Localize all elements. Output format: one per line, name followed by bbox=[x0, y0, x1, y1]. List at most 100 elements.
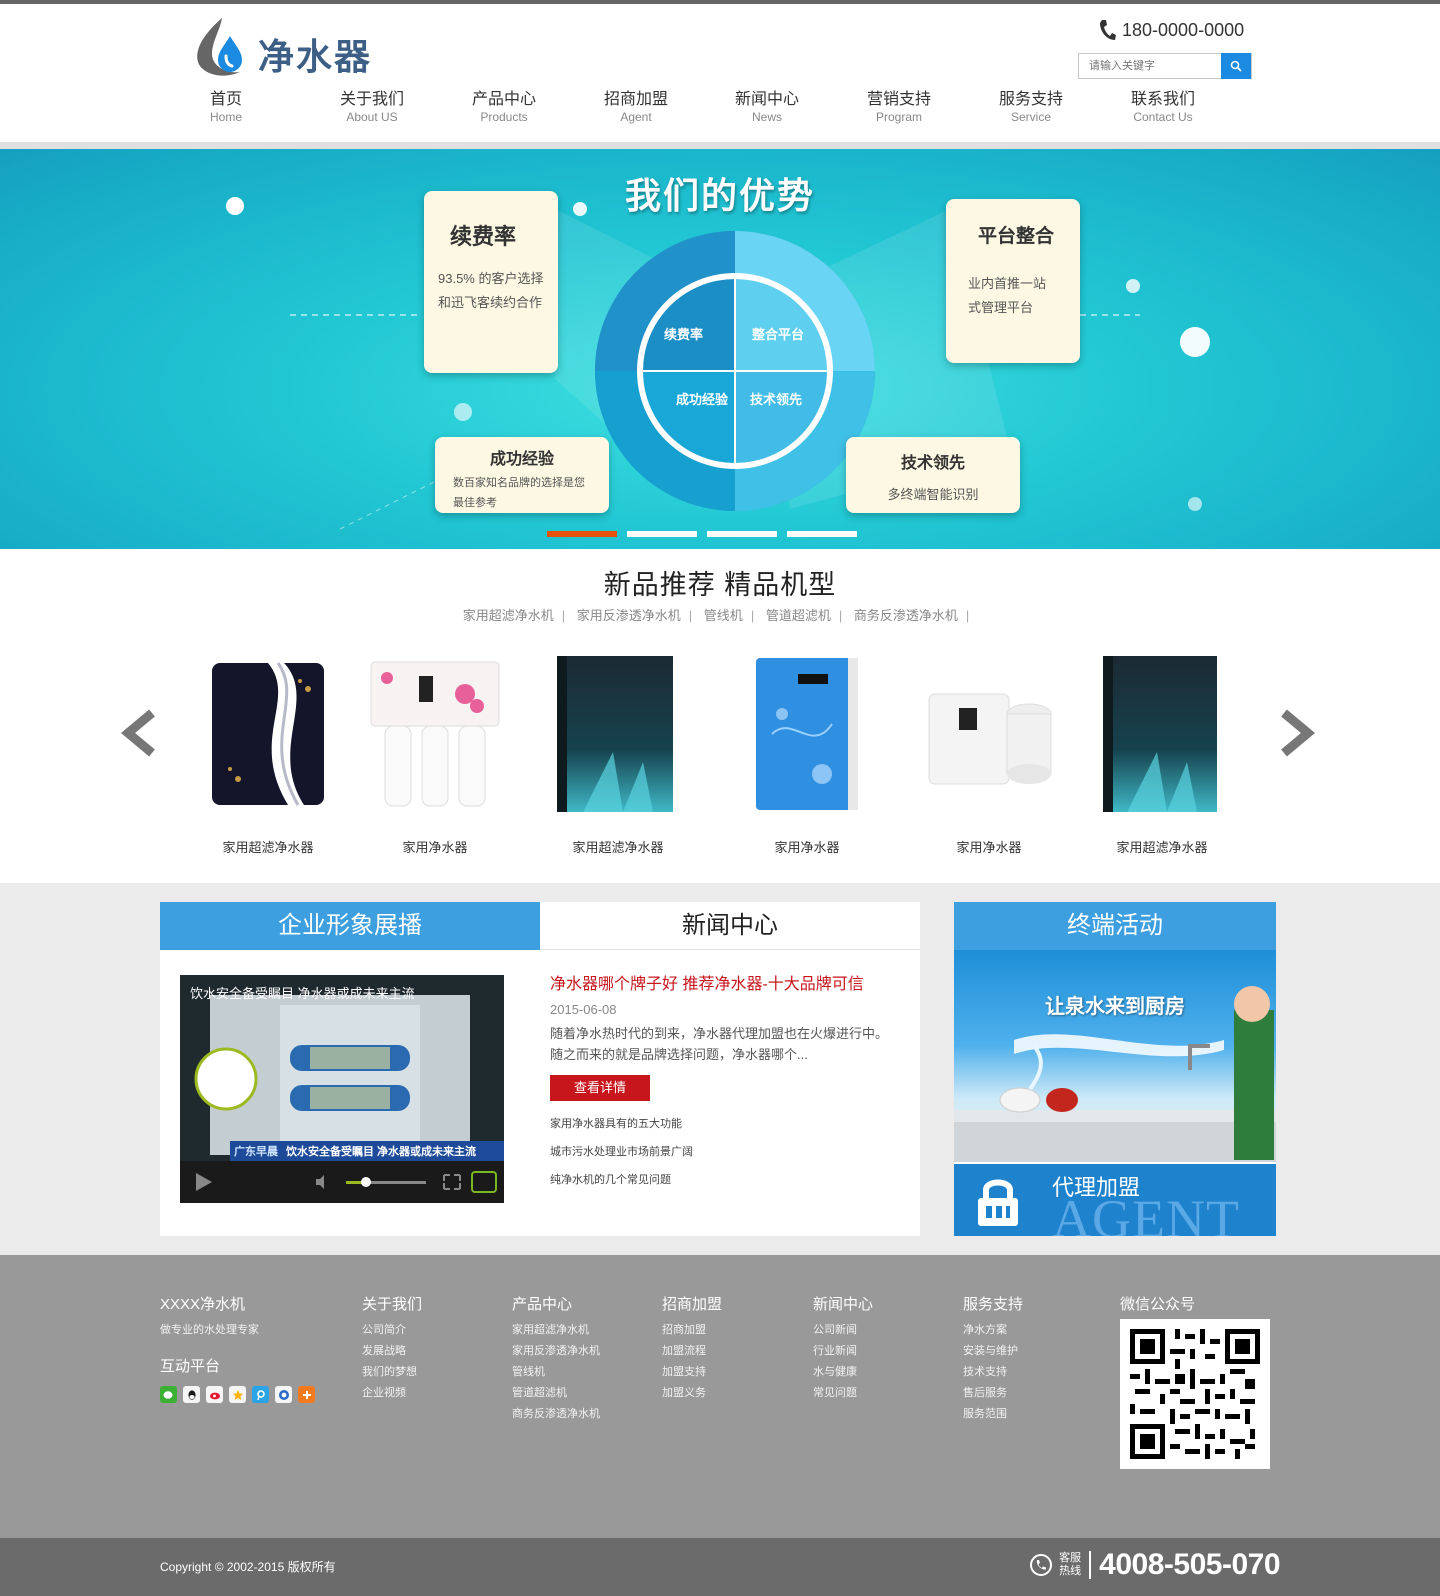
product-card[interactable]: 家用超滤净水器 bbox=[1077, 649, 1247, 856]
footer-link[interactable]: 加盟义务 bbox=[662, 1383, 722, 1404]
product-image bbox=[1077, 649, 1247, 819]
nav-contact[interactable]: 联系我们 Contact Us bbox=[1097, 90, 1229, 124]
play-icon bbox=[196, 1173, 212, 1191]
category-link[interactable]: 家用反渗透净水机 bbox=[577, 608, 681, 623]
product-card[interactable]: 家用净水器 bbox=[350, 649, 520, 856]
slider-dot[interactable] bbox=[547, 531, 617, 537]
footer-link[interactable]: 服务范围 bbox=[963, 1404, 1023, 1425]
footer-link[interactable]: 商务反渗透净水机 bbox=[512, 1404, 600, 1425]
carousel-next-button[interactable] bbox=[1272, 709, 1320, 757]
video-player[interactable]: 饮水安全备受瞩目 净水器或成未来主流 广东早晨 饮水安全备受瞩目 净水器或成未来主… bbox=[180, 975, 504, 1203]
qq-icon[interactable] bbox=[183, 1386, 200, 1403]
category-link[interactable]: 商务反渗透净水机 bbox=[854, 608, 958, 623]
nav-products[interactable]: 产品中心 Products bbox=[438, 90, 570, 124]
card-text: 多终端智能识别 bbox=[887, 487, 979, 502]
panel-title: 终端活动 bbox=[954, 902, 1276, 950]
promo-image[interactable]: 让泉水来到厨房 bbox=[954, 950, 1276, 1162]
slider-dot[interactable] bbox=[707, 531, 777, 537]
card-title: 续费率 bbox=[450, 224, 517, 249]
footer-link[interactable]: 行业新闻 bbox=[813, 1341, 873, 1362]
product-image bbox=[722, 649, 892, 819]
nav-service[interactable]: 服务支持 Service bbox=[965, 90, 1097, 124]
search-input[interactable] bbox=[1079, 54, 1221, 78]
renren-icon[interactable] bbox=[275, 1386, 292, 1403]
agent-join-banner[interactable]: 代理加盟 AGENT bbox=[954, 1164, 1276, 1236]
card-text: 业内首推一站式管理平台 bbox=[968, 276, 1047, 315]
footer-link[interactable]: 企业视频 bbox=[362, 1383, 422, 1404]
product-card[interactable]: 家用超滤净水器 bbox=[183, 649, 353, 856]
logo[interactable]: 净水器 bbox=[188, 14, 388, 82]
logo-drop-icon bbox=[197, 18, 242, 76]
products-section: 新品推荐 精品机型 家用超滤净水机 | 家用反渗透净水机 | 管线机 | 管道超滤机 |… bbox=[0, 549, 1440, 883]
category-link[interactable]: 家用超滤净水机 bbox=[463, 608, 554, 623]
wechat-icon[interactable] bbox=[160, 1386, 177, 1403]
nav-about[interactable]: 关于我们 About US bbox=[306, 90, 438, 124]
banner-card: 成功经验 数百家知名品牌的选择是您最佳参考 bbox=[435, 437, 609, 513]
footer-link[interactable]: 家用反渗透净水机 bbox=[512, 1341, 600, 1362]
news-headline[interactable]: 净水器哪个牌子好 推荐净水器-十大品牌可信 bbox=[550, 970, 900, 994]
product-card[interactable]: 家用净水器 bbox=[722, 649, 892, 856]
footer-link[interactable]: 公司简介 bbox=[362, 1320, 422, 1341]
footer-column-products: 产品中心 家用超滤净水机 家用反渗透净水机 管线机 管道超滤机 商务反渗透净水机 bbox=[512, 1293, 600, 1425]
footer-link[interactable]: 招商加盟 bbox=[662, 1320, 722, 1341]
fullscreen-icon bbox=[443, 1174, 461, 1190]
kitchen-scene bbox=[954, 986, 1276, 1162]
bubble-decoration bbox=[454, 403, 472, 421]
copyright-bar: Copyright © 2002-2015 版权所有 客服 热线 4008-505… bbox=[0, 1538, 1440, 1596]
header-phone: 180-0000-0000 bbox=[1098, 18, 1244, 42]
footer-link[interactable]: 发展战略 bbox=[362, 1341, 422, 1362]
category-link[interactable]: 管道超滤机 bbox=[766, 608, 831, 623]
footer-link[interactable]: 管道超滤机 bbox=[512, 1383, 600, 1404]
product-name: 家用超滤净水器 bbox=[222, 840, 314, 855]
category-links: 家用超滤净水机 | 家用反渗透净水机 | 管线机 | 管道超滤机 | 商务反渗透净水机 | bbox=[0, 605, 1440, 624]
footer-link[interactable]: 安装与维护 bbox=[963, 1341, 1023, 1362]
news-link[interactable]: 纯净水机的几个常见问题 bbox=[550, 1171, 900, 1187]
iqiyi-logo-icon bbox=[471, 1171, 497, 1193]
nav-news[interactable]: 新闻中心 News bbox=[701, 90, 833, 124]
product-image bbox=[183, 649, 353, 819]
footer-slogan: 做专业的水处理专家 bbox=[160, 1324, 259, 1336]
nav-program[interactable]: 营销支持 Program bbox=[833, 90, 965, 124]
nav-home[interactable]: 首页 Home bbox=[160, 90, 292, 124]
footer-link[interactable]: 我们的梦想 bbox=[362, 1362, 422, 1383]
banner-card: 技术领先 多终端智能识别 bbox=[846, 437, 1020, 513]
footer-link[interactable]: 加盟流程 bbox=[662, 1341, 722, 1362]
slider-dot[interactable] bbox=[627, 531, 697, 537]
product-card[interactable]: 家用净水器 bbox=[904, 649, 1074, 856]
carousel-prev-button[interactable] bbox=[116, 709, 164, 757]
product-card[interactable]: 家用超滤净水器 bbox=[533, 649, 703, 856]
hero-banner[interactable]: 我们的优势 续费率 整合平台 成功经验 技术领先 续费率 93.5% 的客户选择… bbox=[0, 149, 1440, 549]
news-link[interactable]: 城市污水处理业市场前景广阔 bbox=[550, 1143, 900, 1159]
video-caption: 饮水安全备受瞩目 净水器或成未来主流 bbox=[190, 986, 415, 1001]
weibo-icon[interactable] bbox=[206, 1386, 223, 1403]
footer-link[interactable]: 售后服务 bbox=[963, 1383, 1023, 1404]
footer-link[interactable]: 水与健康 bbox=[813, 1362, 873, 1383]
banner-title: 我们的优势 bbox=[624, 175, 815, 216]
site-footer: XXXX净水机 做专业的水处理专家 互动平台 关于我们 公司简介 发展战略 我们… bbox=[0, 1255, 1440, 1538]
search-button[interactable] bbox=[1221, 53, 1251, 79]
view-details-button[interactable]: 查看详情 bbox=[550, 1075, 650, 1101]
tab-news-center[interactable]: 新闻中心 bbox=[540, 902, 920, 950]
footer-link[interactable]: 管线机 bbox=[512, 1362, 600, 1383]
category-link[interactable]: 管线机 bbox=[704, 608, 743, 623]
more-share-icon[interactable] bbox=[298, 1386, 315, 1403]
footer-link[interactable]: 加盟支持 bbox=[662, 1362, 722, 1383]
product-image bbox=[904, 649, 1074, 819]
slider-dot[interactable] bbox=[787, 531, 857, 537]
footer-column-title: 关于我们 bbox=[362, 1296, 423, 1313]
news-link[interactable]: 家用净水器具有的五大功能 bbox=[550, 1115, 900, 1131]
nav-agent[interactable]: 招商加盟 Agent bbox=[570, 90, 702, 124]
volume-icon bbox=[316, 1175, 324, 1189]
tencent-weibo-icon[interactable] bbox=[252, 1386, 269, 1403]
footer-link[interactable]: 公司新闻 bbox=[813, 1320, 873, 1341]
footer-link[interactable]: 家用超滤净水机 bbox=[512, 1320, 600, 1341]
footer-link[interactable]: 常见问题 bbox=[813, 1383, 873, 1404]
footer-link[interactable]: 技术支持 bbox=[963, 1362, 1023, 1383]
site-header: 净水器 180-0000-0000 首页 Home 关于我们 About US … bbox=[0, 4, 1440, 142]
wechat-qr-code bbox=[1120, 1319, 1270, 1469]
qzone-icon[interactable] bbox=[229, 1386, 246, 1403]
tab-corporate-video[interactable]: 企业形象展播 bbox=[160, 902, 540, 950]
footer-link[interactable]: 净水方案 bbox=[963, 1320, 1023, 1341]
footer-brand-name: XXXX净水机 bbox=[160, 1296, 246, 1313]
product-image bbox=[350, 649, 520, 819]
